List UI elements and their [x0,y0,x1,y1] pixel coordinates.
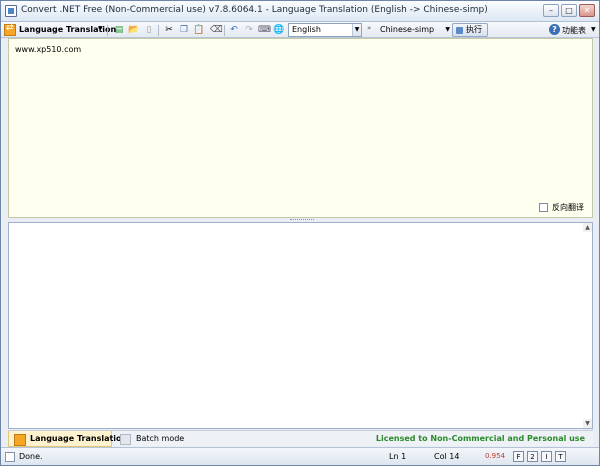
toolbar-separator [107,25,108,36]
paste-icon[interactable]: 📋 [193,24,205,36]
status-toggle-2[interactable]: 2 [527,451,538,462]
status-icon [5,452,15,462]
direction-arrow-icon: » [367,24,372,32]
toolbar: Language Translation ▼ ▤ 📂 ▯ ✂ ❐ 📋 ⌫ ↶ ↷… [1,22,599,38]
eraser-icon[interactable]: ⌫ [210,24,223,36]
splitter-grip-icon[interactable] [290,219,314,221]
source-language-value: English [292,25,321,34]
target-language-value: Chinese-simp [380,25,435,34]
tab-batch-mode[interactable]: Batch mode [118,431,184,447]
title-bar[interactable]: Convert .NET Free (Non-Commercial use) v… [1,1,599,22]
execute-button[interactable]: 执行 [452,23,488,37]
close-button[interactable]: ✕ [579,4,595,17]
translation-output[interactable]: ▲ ▼ [8,222,593,429]
app-icon [5,5,17,17]
status-toggle-f[interactable]: F [513,451,524,462]
toolbar-separator [224,25,225,36]
open-folder-icon[interactable]: 📂 [128,24,140,36]
target-language-chevron-down-icon[interactable]: ▼ [445,23,450,37]
status-toggle-i[interactable]: I [541,451,552,462]
count-indicator: 0.954 [485,452,506,460]
redo-icon[interactable]: ↷ [243,24,255,36]
keyboard-icon[interactable]: ⌨ [258,24,271,36]
source-language-chevron-down-icon[interactable]: ▼ [352,24,361,36]
mode-menu-chevron-icon[interactable]: ▼ [98,25,103,32]
status-bar: Done. Ln 1 Col 14 0.954 F 2 I T [1,447,599,465]
line-indicator: Ln 1 [389,452,407,461]
save-icon[interactable]: ▯ [143,24,155,36]
reverse-translate-option[interactable]: 反向翻译 [539,202,584,213]
copy-icon[interactable]: ❐ [178,24,190,36]
function-menu-label[interactable]: 功能表 [562,25,586,36]
source-language-select[interactable]: English ▼ [288,23,362,37]
cut-icon[interactable]: ✂ [163,24,175,36]
status-text: Done. [19,452,43,461]
reverse-translate-checkbox[interactable] [539,203,548,212]
app-window: Convert .NET Free (Non-Commercial use) v… [0,0,600,466]
bottom-tabs: Language Translation Batch mode Licensed… [8,430,593,447]
reverse-translate-label: 反向翻译 [552,203,584,212]
license-notice: Licensed to Non-Commercial and Personal … [375,434,585,443]
scroll-down-icon[interactable]: ▼ [583,419,592,428]
undo-icon[interactable]: ↶ [228,24,240,36]
target-language-select[interactable]: Chinese-simp ▼ [377,23,451,37]
status-toggle-t[interactable]: T [555,451,566,462]
column-indicator: Col 14 [434,452,460,461]
minimize-button[interactable]: – [543,4,559,17]
source-text-editor[interactable]: www.xp510.com 反向翻译 [8,38,593,218]
help-icon[interactable]: ? [549,24,560,35]
toolbar-separator [158,25,159,36]
maximize-button[interactable]: □ [561,4,577,17]
tab-language-translation[interactable]: Language Translation [8,431,127,447]
function-menu-chevron-icon[interactable]: ▼ [591,26,596,33]
source-text: www.xp510.com [15,45,82,54]
scroll-up-icon[interactable]: ▲ [583,223,592,232]
translate-mode-icon[interactable] [4,23,16,36]
window-controls: – □ ✕ [543,4,595,17]
globe-icon[interactable]: 🌐 [273,24,285,36]
window-title: Convert .NET Free (Non-Commercial use) v… [21,5,488,15]
new-document-icon[interactable]: ▤ [113,24,125,36]
